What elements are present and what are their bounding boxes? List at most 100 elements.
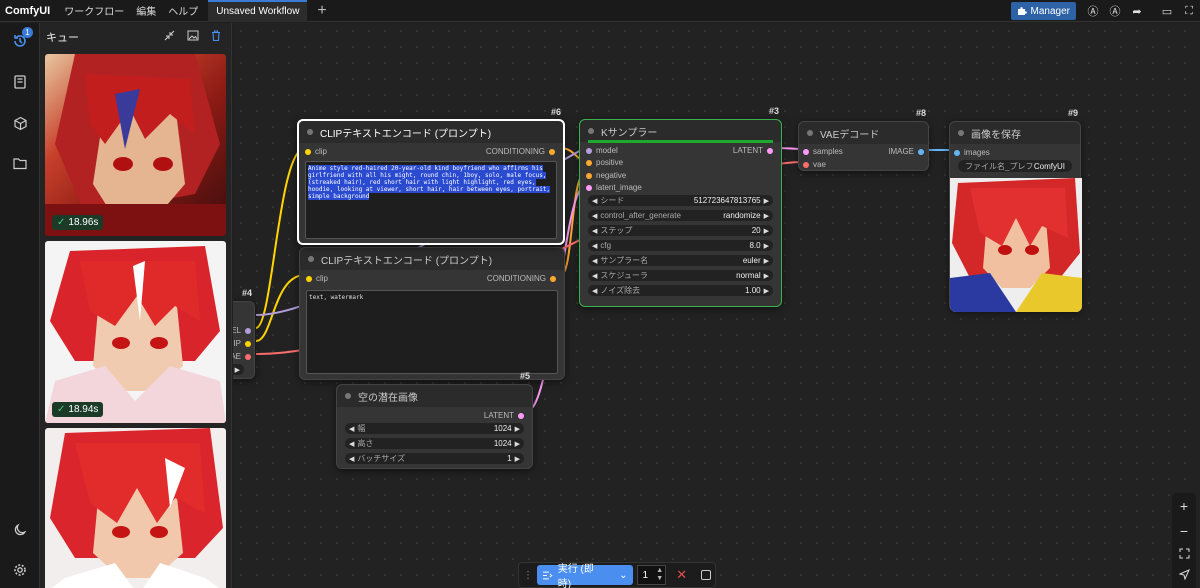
node-canvas[interactable]: #4 EL IP AE ▶ CLIPテキストエンコード (プロンプト) clip… [233,23,1200,588]
input-latent-image[interactable]: latent_image [586,183,642,192]
seed-widget[interactable]: ◀ シード 512723647813765 ▶ [588,195,773,206]
output-vae[interactable]: AE [233,352,251,361]
generated-image [45,54,226,236]
input-negative[interactable]: negative [586,171,626,180]
output-conditioning[interactable]: CONDITIONING [486,147,555,156]
stop-icon[interactable] [701,570,711,580]
node-id: #4 [241,288,252,298]
zoom-in-icon[interactable]: + [1180,498,1188,514]
generated-image [45,246,226,423]
image-gallery-icon[interactable] [187,30,199,41]
node-title-bar: Kサンプラー [580,120,781,142]
output-latent[interactable]: LATENT [484,411,524,420]
save-image-node[interactable]: #9 画像を保存 images ファイル名_プレフ ComfyUI [949,108,1082,312]
run-mode-dropdown-icon[interactable]: ⌄ [619,570,627,581]
node-title-bar: VAEデコード [799,122,928,144]
checkpoint-loader-node[interactable]: #4 EL IP AE ▶ [233,288,255,379]
zoom-out-icon[interactable]: − [1180,523,1188,539]
batch-stepper-icon[interactable]: ▲ ▼ [656,567,663,583]
duration-badge: ✓ 18.96s [52,215,104,230]
denoise-widget[interactable]: ◀ ノイズ除去 1.00 ▶ [588,285,773,296]
height-widget[interactable]: ◀ 高さ 1024 ▶ [345,438,524,449]
vae-decode-node[interactable]: #8 VAEデコード samples vae IMAGE [798,108,929,171]
batch-count-value: 1 [642,569,649,581]
canvas-zoom-controls: + − [1172,493,1196,588]
workflows-button[interactable] [8,151,32,175]
batch-count-input[interactable]: 1 ▲ ▼ [636,565,667,585]
folder-icon [12,157,27,169]
ksampler-node[interactable]: #3 Kサンプラー model positive negative latent… [579,106,782,307]
input-positive[interactable]: positive [586,158,623,167]
clip-text-encode-positive-node[interactable]: #6 CLIPテキストエンコード (プロンプト) clip CONDITIONI… [297,107,565,245]
sidebar: 1 [0,23,40,588]
input-clip[interactable]: clip [306,274,328,283]
output-clip[interactable]: IP [233,339,251,348]
node-library-button[interactable] [8,70,32,94]
menu-edit[interactable]: 編集 [130,3,162,18]
run-button[interactable]: 実行 (即時) ⌄ [537,564,633,588]
sampler-name-widget[interactable]: ◀ サンプラー名 euler ▶ [588,255,773,266]
input-clip[interactable]: clip [305,147,327,156]
queue-item[interactable]: ✓ 18.96s [45,54,226,236]
node-title: CLIPテキストエンコード (プロンプト) [320,128,492,140]
queue-item[interactable]: ✓ 18.94s [45,241,226,423]
settings-button[interactable] [8,558,32,582]
cube-icon [13,116,27,130]
output-conditioning[interactable]: CONDITIONING [487,274,556,283]
theme-toggle-button[interactable] [8,518,32,542]
drag-handle-icon[interactable]: ⋮ [523,570,533,581]
clip-text-encode-negative-node[interactable]: CLIPテキストエンコード (プロンプト) clip CONDITIONING … [299,247,565,380]
positive-prompt-textarea[interactable]: Anime style red-haired 20-year-old kind … [305,161,557,239]
width-widget[interactable]: ◀ 幅 1024 ▶ [345,423,524,434]
empty-latent-image-node[interactable]: #5 空の潜在画像 LATENT ◀ 幅 1024 ▶ ◀ 高さ 1024 ▶ ◀ バッチサイ… [336,371,533,469]
cfg-widget[interactable]: ◀ cfg 8.0 ▶ [588,240,773,251]
input-vae[interactable]: vae [803,160,826,169]
input-images[interactable]: images [954,148,990,157]
menu-workflow[interactable]: ワークフロー [58,3,130,18]
batch-size-widget[interactable]: ◀ バッチサイズ 1 ▶ [345,453,524,464]
trash-icon[interactable] [211,30,221,41]
comfy-icon[interactable]: Ⓐ [1082,2,1104,20]
collapse-icon[interactable] [164,30,175,41]
node-id: #9 [1067,108,1078,118]
input-samples[interactable]: samples [803,147,843,156]
output-model[interactable]: EL [233,326,251,335]
node-id: #6 [550,107,561,117]
queue-item[interactable] [45,428,226,588]
queue-title: キュー [46,32,79,44]
filename-prefix-widget[interactable]: ファイル名_プレフ ComfyUI [958,160,1072,172]
top-bar: ComfyUI ワークフロー 編集 ヘルプ Unsaved Workflow +… [0,0,1200,22]
menu-help[interactable]: ヘルプ [162,3,204,18]
duration-badge: ✓ 18.94s [52,402,104,417]
toggle-panel-icon[interactable]: ▭ [1156,2,1178,20]
fit-view-icon[interactable] [1179,548,1190,559]
output-latent[interactable]: LATENT [733,146,773,155]
check-icon: ✓ [57,404,66,415]
manager-button[interactable]: Manager [1010,2,1076,20]
node-title: CLIPテキストエンコード (プロンプト) [321,255,493,267]
checkpoint-widget[interactable]: ▶ [233,364,244,375]
new-tab-button[interactable]: + [307,0,336,22]
cancel-run-icon[interactable]: ✕ [676,567,687,583]
node-id: #5 [519,371,530,381]
select-mode-icon[interactable] [1178,568,1190,580]
node-title-bar: CLIPテキストエンコード (プロンプト) [300,248,564,270]
negative-prompt-textarea[interactable]: text, watermark [306,290,558,374]
run-icon [542,571,553,579]
input-model[interactable]: model [586,146,618,155]
comfy-alt-icon[interactable]: Ⓐ [1104,2,1126,20]
node-title: 画像を保存 [971,129,1021,141]
output-image[interactable]: IMAGE [888,147,924,156]
check-icon: ✓ [57,217,66,228]
model-library-button[interactable] [8,111,32,135]
node-title-bar: CLIPテキストエンコード (プロンプト) [299,121,563,143]
tab-unsaved-workflow[interactable]: Unsaved Workflow [208,0,308,22]
node-title-bar: 画像を保存 [950,122,1080,144]
control-after-generate-widget[interactable]: ◀ control_after_generate randomize ▶ [588,210,773,221]
share-icon[interactable]: ➦ [1126,2,1148,20]
scheduler-widget[interactable]: ◀ スケジューラ normal ▶ [588,270,773,281]
node-id: #8 [915,108,926,118]
queue-history-button[interactable]: 1 [8,27,33,53]
fullscreen-icon[interactable]: ⛶ [1178,2,1200,20]
steps-widget[interactable]: ◀ ステップ 20 ▶ [588,225,773,236]
